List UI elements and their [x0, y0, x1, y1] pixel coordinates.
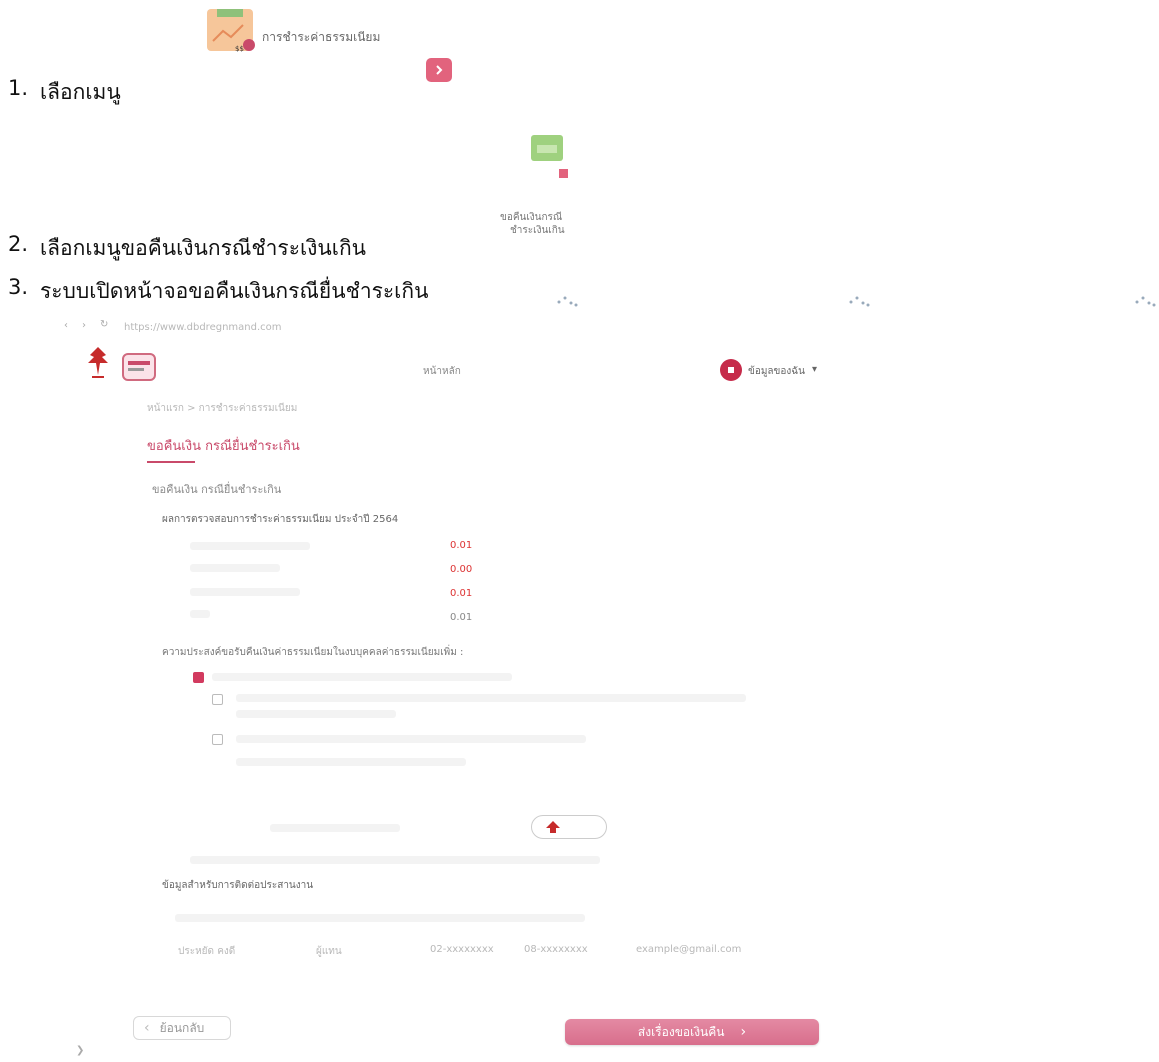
garuda-logo[interactable]	[86, 345, 110, 381]
sub-option-checkbox[interactable]	[212, 694, 223, 705]
svg-text:$$: $$	[235, 45, 244, 53]
submit-refund-button[interactable]: ส่งเรื่องขอเงินคืน ›	[565, 1019, 819, 1045]
amount-value: 0.01	[450, 540, 473, 551]
amount-row-label	[190, 588, 300, 596]
nav-home-link[interactable]: หน้าหลัก	[423, 364, 461, 379]
user-menu-label[interactable]: ข้อมูลของฉัน	[748, 364, 805, 379]
back-button[interactable]: ‹ ย้อนกลับ	[133, 1016, 231, 1040]
refund-option-checkbox[interactable]	[193, 672, 204, 683]
sub-option-label	[236, 694, 746, 702]
summary-title: ผลการตรวจสอบการชำระค่าธรรมเนียม ประจำปี …	[162, 514, 399, 525]
loading-indicator-icon	[1134, 293, 1156, 307]
chevron-down-icon[interactable]: ▾	[812, 364, 817, 375]
refund-question: ความประสงค์ขอรับคืนเงินค่าธรรมเนียมในงบบ…	[162, 647, 464, 658]
amount-value: 0.00	[450, 564, 473, 575]
amount-value: 0.01	[450, 588, 473, 599]
refund-tile-icon[interactable]	[527, 135, 573, 181]
back-button-label: ย้อนกลับ	[159, 1020, 205, 1035]
step-2-label: เลือกเมนูขอคืนเงินกรณีชำระเงินเกิน	[40, 236, 367, 260]
contact-name: ประหยัด คงดี	[178, 946, 236, 957]
loading-indicator-icon	[848, 293, 870, 307]
step-1-number: 1.	[8, 76, 29, 100]
chevron-left-icon: ‹	[144, 1020, 150, 1036]
refund-tile-label-2: ชำระเงินเกิน	[510, 225, 565, 236]
upload-hint	[190, 856, 600, 864]
upload-button[interactable]	[531, 815, 607, 839]
amount-row-label	[190, 542, 310, 550]
breadcrumb[interactable]: หน้าแรก > การชำระค่าธรรมเนียม	[147, 401, 297, 416]
contact-mobile: 08-xxxxxxxx	[524, 944, 588, 955]
amount-row-label	[190, 564, 280, 572]
section-title: ขอคืนเงิน กรณียื่นชำระเกิน	[152, 483, 282, 496]
arrow-right-button-icon[interactable]	[426, 58, 452, 82]
amount-row-label	[190, 610, 210, 618]
contact-header-row	[175, 914, 585, 922]
upload-arrow-icon	[546, 821, 560, 833]
browser-back-icon[interactable]: ‹	[64, 320, 68, 331]
sub-option-label	[236, 758, 466, 766]
browser-reload-icon[interactable]: ↻	[100, 319, 108, 330]
amount-value: 0.01	[450, 612, 473, 623]
loading-indicator-icon	[556, 293, 578, 307]
sub-option-checkbox[interactable]	[212, 734, 223, 745]
menu-label-payment: การชำระค่าธรรมเนียม	[262, 30, 381, 44]
step-3-number: 3.	[8, 275, 29, 299]
step-3-label: ระบบเปิดหน้าจอขอคืนเงินกรณียื่นชำระเกิน	[40, 279, 429, 303]
sub-option-label	[236, 735, 586, 743]
contact-email: example@gmail.com	[636, 944, 742, 955]
title-underline	[147, 461, 195, 463]
page-title: ขอคืนเงิน กรณียื่นชำระเกิน	[147, 439, 300, 454]
corner-mark-icon: ❯	[76, 1045, 85, 1056]
user-menu-avatar-icon[interactable]	[720, 359, 742, 381]
menu-icon-payment: $$	[207, 9, 257, 53]
step-2-number: 2.	[8, 232, 29, 256]
contact-position: ผู้แทน	[316, 946, 342, 957]
browser-forward-icon[interactable]: ›	[82, 320, 86, 331]
step-1-label: เลือกเมนู	[40, 80, 121, 104]
contact-heading: ข้อมูลสำหรับการติดต่อประสานงาน	[162, 880, 314, 891]
contact-phone: 02-xxxxxxxx	[430, 944, 494, 955]
browser-url[interactable]: https://www.dbdregnmand.com	[124, 322, 282, 333]
sub-option-label	[236, 710, 396, 718]
refund-option-label	[212, 673, 512, 681]
submit-button-label: ส่งเรื่องขอเงินคืน	[637, 1024, 725, 1039]
upload-label	[270, 824, 400, 832]
dbd-eservice-logo[interactable]	[122, 353, 156, 381]
chevron-right-icon: ›	[740, 1024, 747, 1040]
